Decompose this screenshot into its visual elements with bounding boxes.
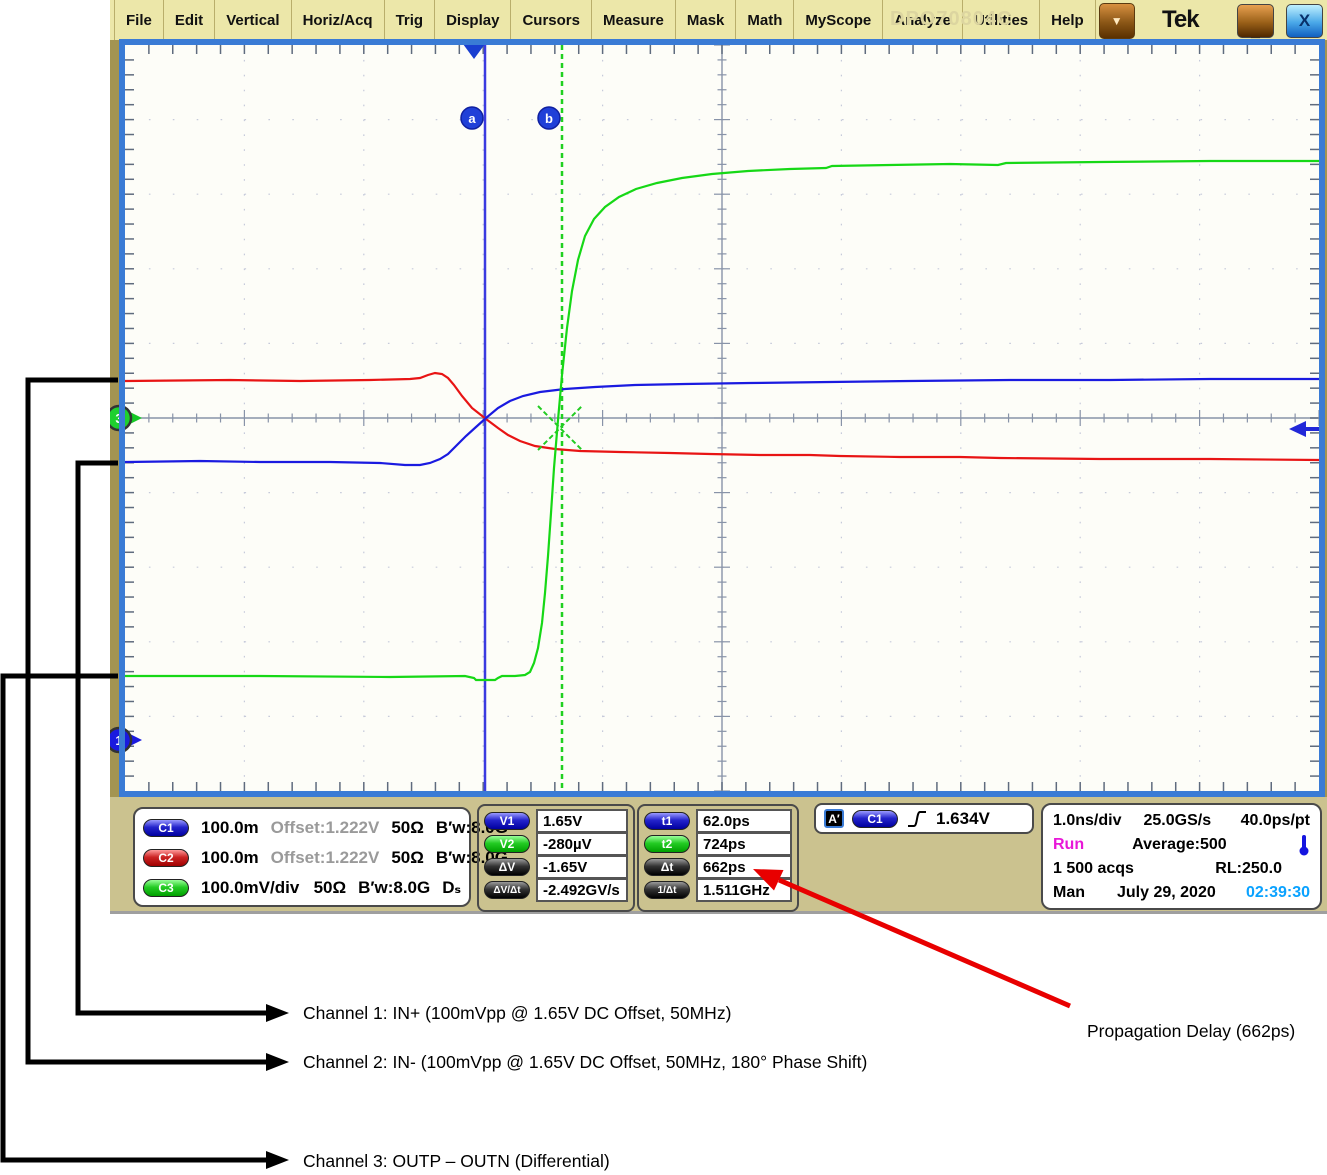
- ch3-bandwidth: B′w:8.0G: [358, 878, 430, 898]
- ch2-scale: 100.0m: [201, 848, 259, 868]
- record-length: RL:250.0: [1215, 860, 1282, 878]
- timebase-scale: 1.0ns/div: [1053, 812, 1121, 830]
- ch1-scale: 100.0m: [201, 818, 259, 838]
- trigger-level-value: 1.634V: [936, 809, 990, 829]
- dt-badge: Δt: [644, 858, 690, 876]
- close-button[interactable]: X: [1286, 4, 1323, 38]
- trigger-mode: Man: [1053, 884, 1085, 902]
- dt-row: Δt 662ps: [644, 855, 792, 879]
- cursor-b-label[interactable]: b: [538, 107, 560, 129]
- ch2-impedance: 50Ω: [391, 848, 424, 868]
- dt-value: 662ps: [696, 855, 792, 879]
- menu-vertical[interactable]: Vertical: [215, 0, 291, 40]
- ch3-scale: 100.0mV/div: [201, 878, 302, 898]
- chevron-down-icon: ▼: [1111, 14, 1123, 28]
- timebase-row2: Run Average:500: [1053, 833, 1310, 857]
- dv-value: -1.65V: [536, 855, 628, 879]
- ch3-badge: C3: [143, 879, 189, 897]
- model-label: DPO70804C: [890, 8, 1012, 31]
- ch1-impedance: 50Ω: [391, 818, 424, 838]
- ch1-badge: C1: [143, 819, 189, 837]
- ch2-offset: Offset:1.222V: [271, 848, 380, 868]
- menubar: File Edit Vertical Horiz/Acq Trig Displa…: [110, 0, 1327, 40]
- v2-badge: V2: [484, 835, 530, 853]
- thermometer-icon: [1298, 834, 1310, 856]
- timebase-row4: Man July 29, 2020 02:39:30: [1053, 881, 1310, 905]
- t1-value: 62.0ps: [696, 809, 792, 833]
- annotation-channel1: Channel 1: IN+ (100mVpp @ 1.65V DC Offse…: [303, 1003, 731, 1024]
- menu-math[interactable]: Math: [736, 0, 794, 40]
- menu-measure[interactable]: Measure: [592, 0, 676, 40]
- menu-display[interactable]: Display: [435, 0, 511, 40]
- svg-text:b: b: [545, 111, 553, 126]
- dvdt-value: -2.492GV/s: [536, 878, 628, 902]
- dvdt-row: ΔV/Δt -2.492GV/s: [484, 878, 628, 902]
- menu-file[interactable]: File: [114, 0, 164, 40]
- v1-value: 1.65V: [536, 809, 628, 833]
- channel1-settings-row[interactable]: C1 100.0m Offset:1.222V 50Ω B′w:8.0G: [143, 813, 461, 843]
- dv-badge: ΔV: [484, 858, 530, 876]
- v2-row: V2 -280µV: [484, 832, 628, 856]
- menu-myscope[interactable]: MyScope: [794, 0, 883, 40]
- trigger-source-badge: C1: [852, 810, 898, 828]
- time-cursor-panel: t1 62.0ps t2 724ps Δt 662ps 1/Δt 1.511GH…: [637, 804, 799, 912]
- t2-badge: t2: [644, 835, 690, 853]
- menu-cursors[interactable]: Cursors: [511, 0, 592, 40]
- trigger-ab-badge: A′: [824, 809, 844, 828]
- page: { "window": { "model": "DPO70804C", "log…: [0, 0, 1327, 1175]
- acquisition-mode: Average:500: [1132, 836, 1227, 854]
- clock-label: 02:39:30: [1246, 884, 1310, 902]
- ch3-impedance: 50Ω: [314, 878, 347, 898]
- minimize-button[interactable]: _: [1237, 4, 1274, 38]
- date-label: July 29, 2020: [1117, 884, 1216, 902]
- inv-dt-row: 1/Δt 1.511GHz: [644, 878, 792, 902]
- inv-dt-badge: 1/Δt: [644, 881, 690, 899]
- channel2-settings-row[interactable]: C2 100.0m Offset:1.222V 50Ω B′w:8.0G: [143, 843, 461, 873]
- ch1-offset: Offset:1.222V: [271, 818, 380, 838]
- channel1-callout-arrowhead: [266, 1004, 289, 1022]
- timebase-panel: 1.0ns/div 25.0GS/s 40.0ps/pt Run Average…: [1041, 803, 1322, 910]
- timebase-row3: 1 500 acqs RL:250.0: [1053, 857, 1310, 881]
- acquisition-count: 1 500 acqs: [1053, 860, 1134, 878]
- annotation-propagation-delay: Propagation Delay (662ps): [1087, 1021, 1295, 1042]
- waveform-display: a b 3 1: [110, 38, 1327, 800]
- channel2-callout-arrowhead: [266, 1053, 289, 1071]
- channel3-settings-row[interactable]: C3 100.0mV/div 50Ω B′w:8.0G Dₛ: [143, 873, 461, 903]
- menu-mask[interactable]: Mask: [676, 0, 737, 40]
- voltage-cursor-panel: V1 1.65V V2 -280µV ΔV -1.65V ΔV/Δt -2.49…: [477, 804, 635, 912]
- t2-value: 724ps: [696, 832, 792, 856]
- inv-dt-value: 1.511GHz: [696, 878, 792, 902]
- trigger-panel[interactable]: A′ C1 1.634V: [814, 803, 1034, 834]
- menu-edit[interactable]: Edit: [164, 0, 215, 40]
- v1-badge: V1: [484, 812, 530, 830]
- annotation-channel2: Channel 2: IN- (100mVpp @ 1.65V DC Offse…: [303, 1052, 867, 1073]
- timebase-row1: 1.0ns/div 25.0GS/s 40.0ps/pt: [1053, 809, 1310, 833]
- channel3-callout-arrowhead: [266, 1151, 289, 1169]
- v2-value: -280µV: [536, 832, 628, 856]
- resolution: 40.0ps/pt: [1241, 812, 1310, 830]
- t2-row: t2 724ps: [644, 832, 792, 856]
- svg-text:a: a: [468, 111, 476, 126]
- annotation-channel3: Channel 3: OUTP – OUTN (Differential): [303, 1151, 610, 1172]
- cursor-a-label[interactable]: a: [461, 107, 483, 129]
- dv-row: ΔV -1.65V: [484, 855, 628, 879]
- channel-settings-panel: C1 100.0m Offset:1.222V 50Ω B′w:8.0G C2 …: [133, 807, 471, 907]
- acquisition-state: Run: [1053, 836, 1084, 854]
- rising-edge-icon: [906, 809, 928, 829]
- menu-overflow-button[interactable]: ▼: [1099, 3, 1135, 39]
- menu-trig[interactable]: Trig: [385, 0, 436, 40]
- t1-badge: t1: [644, 812, 690, 830]
- sample-rate: 25.0GS/s: [1143, 812, 1211, 830]
- dvdt-badge: ΔV/Δt: [484, 881, 530, 899]
- oscilloscope-window: File Edit Vertical Horiz/Acq Trig Displa…: [110, 0, 1327, 913]
- t1-row: t1 62.0ps: [644, 809, 792, 833]
- ch2-badge: C2: [143, 849, 189, 867]
- menu-help[interactable]: Help: [1040, 0, 1096, 40]
- tek-logo: Tek: [1162, 6, 1199, 34]
- v1-row: V1 1.65V: [484, 809, 628, 833]
- menu-horiz-acq[interactable]: Horiz/Acq: [292, 0, 385, 40]
- ch3-ds-flag: Dₛ: [442, 878, 461, 898]
